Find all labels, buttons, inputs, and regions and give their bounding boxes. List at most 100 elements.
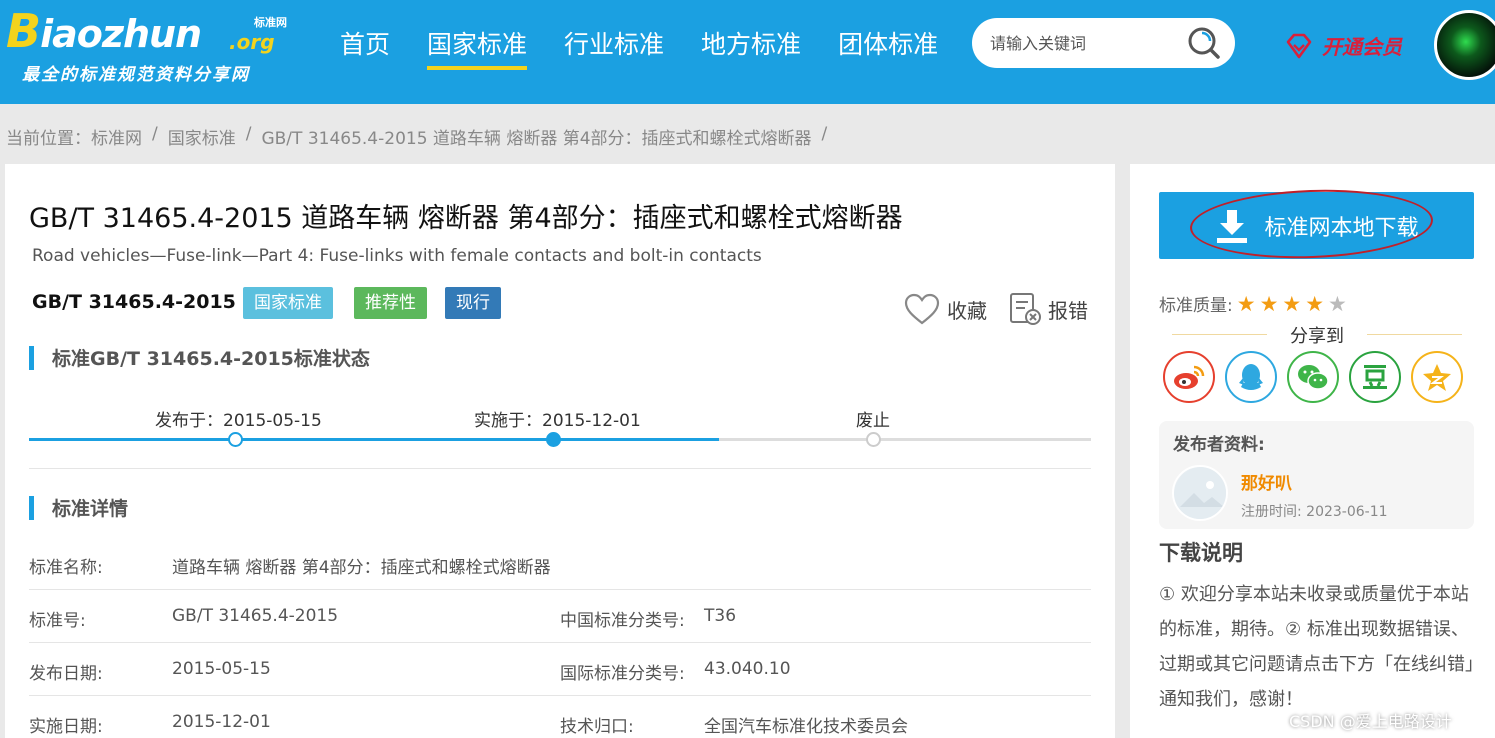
- breadcrumb: 当前位置： 标准网 / 国家标准 / GB/T 31465.4-2015 道路车…: [6, 124, 837, 149]
- favorite-button[interactable]: 收藏: [903, 292, 987, 326]
- site-logo[interactable]: Biaozhun 标准网 .org 最全的标准规范资料分享网: [4, 2, 309, 85]
- share-qq-button[interactable]: [1225, 351, 1277, 403]
- user-avatar[interactable]: [1434, 10, 1495, 80]
- detail-key: 标准号:: [29, 611, 86, 631]
- timeline-implement-dot: [546, 432, 561, 447]
- publisher-avatar[interactable]: [1172, 465, 1228, 521]
- favorite-label: 收藏: [947, 298, 987, 323]
- star-icon: ★: [1328, 291, 1347, 316]
- breadcrumb-prefix: 当前位置：: [6, 129, 91, 149]
- nav-group-standards[interactable]: 团体标准: [838, 28, 938, 70]
- watermark: CSDN @爱上电路设计: [1289, 712, 1452, 731]
- diamond-icon: [1286, 33, 1312, 58]
- share-heading: 分享到: [1172, 322, 1462, 347]
- breadcrumb-separator: /: [245, 124, 252, 144]
- share-wechat-button[interactable]: [1287, 351, 1339, 403]
- timeline-publish-dot: [228, 432, 243, 447]
- share-douban-button[interactable]: [1349, 351, 1401, 403]
- logo-org: .org: [229, 30, 275, 54]
- nav-local-standards[interactable]: 地方标准: [701, 28, 801, 70]
- logo-wordmark: Biaozhun: [6, 4, 202, 58]
- heart-icon: [904, 293, 940, 325]
- detail-value: T36: [704, 606, 737, 626]
- detail-key: 发布日期:: [29, 664, 103, 684]
- status-heading: 标准GB/T 31465.4-2015标准状态: [29, 344, 370, 371]
- star-icon: ★: [1305, 291, 1325, 316]
- detail-value: 43.040.10: [704, 659, 791, 679]
- quality-rating: 标准质量: ★ ★ ★ ★ ★: [1159, 291, 1347, 317]
- timeline-progress: [29, 438, 719, 441]
- details-heading-text: 标准详情: [52, 498, 129, 520]
- detail-value: GB/T 31465.4-2015: [172, 606, 339, 626]
- detail-row-name: 标准名称: 道路车辆 熔断器 第4部分：插座式和螺栓式熔断器: [29, 537, 1091, 590]
- wechat-icon: [1298, 365, 1329, 390]
- nav-home[interactable]: 首页: [340, 28, 390, 70]
- detail-key: 实施日期:: [29, 717, 103, 737]
- detail-key: 标准名称:: [29, 558, 103, 578]
- logo-small-label: 标准网: [254, 16, 287, 29]
- tag-national-standard[interactable]: 国家标准: [243, 287, 333, 319]
- status-heading-text: 标准GB/T 31465.4-2015标准状态: [52, 348, 370, 370]
- timeline-abolish-label: 废止: [856, 411, 890, 431]
- detail-row-publish-date: 发布日期: 2015-05-15 国际标准分类号: 43.040.10: [29, 643, 1091, 696]
- tag-current[interactable]: 现行: [445, 287, 501, 319]
- report-icon: [1010, 293, 1041, 325]
- report-label: 报错: [1048, 298, 1088, 323]
- detail-key: 技术归口:: [560, 717, 634, 737]
- breadcrumb-item-current[interactable]: GB/T 31465.4-2015 道路车辆 熔断器 第4部分：插座式和螺栓式熔…: [261, 124, 811, 149]
- detail-key: 中国标准分类号:: [560, 611, 685, 631]
- breadcrumb-item-home[interactable]: 标准网: [91, 124, 142, 149]
- standard-detail-panel: GB/T 31465.4-2015 道路车辆 熔断器 第4部分：插座式和螺栓式熔…: [5, 164, 1115, 738]
- english-title: Road vehicles—Fuse-link—Part 4: Fuse-lin…: [32, 246, 762, 266]
- star-icon: ★: [1259, 291, 1279, 316]
- site-header: Biaozhun 标准网 .org 最全的标准规范资料分享网 首页 国家标准 行…: [0, 0, 1495, 104]
- star-rating: ★ ★ ★ ★ ★: [1233, 292, 1347, 316]
- timeline-implement-label: 实施于：2015-12-01: [474, 411, 641, 431]
- page-title: GB/T 31465.4-2015 道路车辆 熔断器 第4部分：插座式和螺栓式熔…: [29, 203, 903, 234]
- tag-recommended[interactable]: 推荐性: [354, 287, 427, 319]
- share-weibo-button[interactable]: [1163, 351, 1215, 403]
- breadcrumb-item-national[interactable]: 国家标准: [168, 124, 236, 149]
- timeline-publish-label: 发布于：2015-05-15: [155, 411, 322, 431]
- vip-label: 开通会员: [1322, 35, 1402, 59]
- main-nav: 首页 国家标准 行业标准 地方标准 团体标准: [340, 28, 975, 70]
- publisher-heading: 发布者资料:: [1173, 435, 1265, 455]
- search-icon[interactable]: [1187, 26, 1221, 60]
- douban-icon: [1363, 365, 1387, 389]
- detail-value: 道路车辆 熔断器 第4部分：插座式和螺栓式熔断器: [172, 558, 551, 578]
- nav-industry-standards[interactable]: 行业标准: [564, 28, 664, 70]
- download-note-heading: 下载说明: [1159, 541, 1243, 565]
- share-heading-text: 分享到: [1290, 326, 1344, 347]
- report-error-button[interactable]: 报错: [1008, 292, 1088, 326]
- download-note-text: ① 欢迎分享本站未收录或质量优于本站的标准，期待。② 标准出现数据错误、过期或其…: [1159, 584, 1474, 710]
- detail-value: 2015-05-15: [172, 659, 271, 679]
- quality-label: 标准质量:: [1159, 296, 1233, 316]
- detail-value: 全国汽车标准化技术委员会: [704, 717, 908, 737]
- publisher-card: 发布者资料: 那好叭 注册时间: 2023-06-11: [1159, 421, 1474, 529]
- detail-row-implement-date: 实施日期: 2015-12-01 技术归口: 全国汽车标准化技术委员会: [29, 696, 1091, 738]
- nav-national-standards[interactable]: 国家标准: [427, 28, 528, 70]
- breadcrumb-separator: /: [821, 124, 828, 144]
- logo-slogan: 最全的标准规范资料分享网: [22, 65, 250, 85]
- weibo-icon: [1174, 365, 1205, 389]
- detail-row-code: 标准号: GB/T 31465.4-2015 中国标准分类号: T36: [29, 590, 1091, 643]
- standard-code: GB/T 31465.4-2015: [32, 291, 236, 313]
- search-input[interactable]: [990, 30, 1180, 56]
- publisher-registered: 注册时间: 2023-06-11: [1241, 504, 1388, 520]
- section-divider: [29, 468, 1091, 469]
- timeline-abolish-dot: [866, 432, 881, 447]
- status-timeline: 发布于：2015-05-15 实施于：2015-12-01 废止: [29, 400, 1091, 460]
- star-icon: ★: [1236, 291, 1256, 316]
- share-qzone-button[interactable]: [1411, 351, 1463, 403]
- star-icon: ★: [1282, 291, 1302, 316]
- qq-icon: [1239, 364, 1263, 390]
- share-buttons: [1163, 351, 1473, 403]
- avatar-placeholder-icon: [1174, 467, 1226, 519]
- detail-value: 2015-12-01: [172, 712, 271, 732]
- details-heading: 标准详情: [29, 494, 128, 521]
- vip-button[interactable]: 开通会员: [1284, 31, 1402, 60]
- publisher-name[interactable]: 那好叭: [1241, 469, 1292, 494]
- detail-key: 国际标准分类号:: [560, 664, 685, 684]
- breadcrumb-separator: /: [152, 124, 158, 144]
- qzone-icon: [1423, 364, 1451, 391]
